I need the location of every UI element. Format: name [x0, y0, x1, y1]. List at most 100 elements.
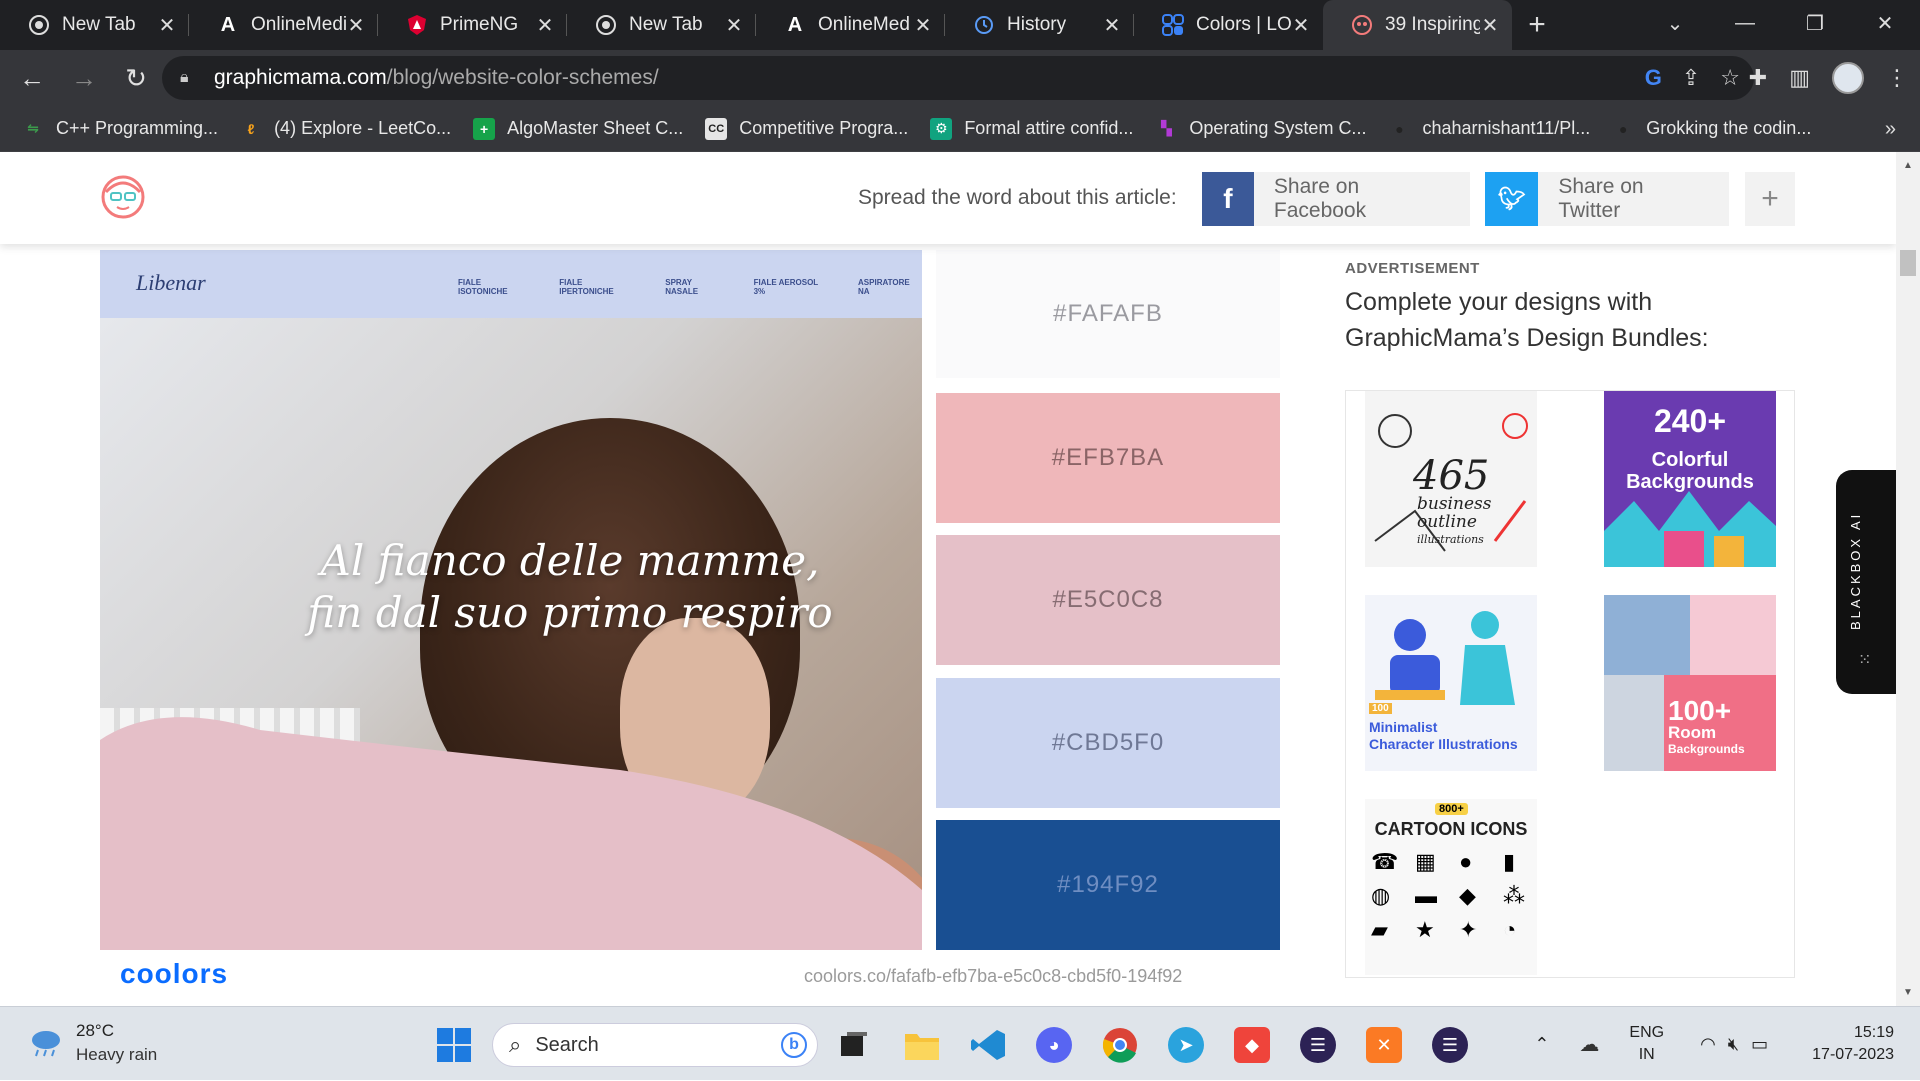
onedrive-icon[interactable]: ☁: [1579, 1032, 1599, 1057]
grapes-icon: ⁂: [1503, 883, 1525, 908]
blackbox-ai-widget[interactable]: BLACKBOX AI ⁙: [1836, 470, 1896, 694]
ad-thumb-business-illustrations[interactable]: 465 business outline illustrations: [1365, 391, 1537, 567]
share-icon[interactable]: ⇪: [1682, 65, 1700, 91]
bookmarks-more-icon[interactable]: »: [1885, 118, 1896, 141]
reload-icon[interactable]: ↻: [116, 58, 156, 98]
bookmark-item[interactable]: ℓ (4) Explore - LeetCo...: [240, 118, 452, 140]
ad-thumb-minimalist-characters[interactable]: 100 Minimalist Character Illustrations: [1365, 595, 1537, 771]
tab-7-active[interactable]: 39 Inspiring ✕: [1323, 0, 1512, 50]
palette-swatch[interactable]: #CBD5F0: [936, 678, 1280, 808]
plus-icon: +: [473, 117, 496, 140]
eclipse-icon[interactable]: ☰: [1432, 1027, 1468, 1063]
tab-5[interactable]: History ✕: [945, 0, 1134, 50]
tab-3[interactable]: New Tab ✕: [567, 0, 756, 50]
tab-title: New Tab: [629, 14, 703, 35]
bookmark-item[interactable]: + AlgoMaster Sheet C...: [473, 117, 683, 140]
search-icon: ⌕: [509, 1032, 522, 1057]
anydesk-icon[interactable]: ◆: [1234, 1027, 1270, 1063]
eclipse-icon[interactable]: ☰: [1300, 1027, 1336, 1063]
tab-0[interactable]: New Tab ✕: [0, 0, 189, 50]
close-icon[interactable]: ✕: [1480, 13, 1500, 38]
weather-widget[interactable]: 28°C Heavy rain: [28, 1021, 157, 1065]
xampp-icon[interactable]: ✕: [1366, 1027, 1402, 1063]
windows-start-icon[interactable]: [436, 1027, 472, 1063]
clock[interactable]: 15:19 17-07-2023: [1812, 1022, 1894, 1066]
url-text[interactable]: graphicmama.com/blog/website-color-schem…: [214, 66, 659, 90]
graphicmama-logo-icon[interactable]: [98, 172, 148, 222]
volume-muted-icon[interactable]: 🔇︎: [1728, 1034, 1739, 1055]
palette-swatch[interactable]: #194F92: [936, 820, 1280, 950]
telegram-icon[interactable]: ➤: [1168, 1027, 1204, 1063]
traffic-light-icon: ▮: [1503, 849, 1516, 874]
bookmark-item[interactable]: ⇋ C++ Programming...: [22, 118, 218, 140]
tab-1[interactable]: A OnlineMedi ✕: [189, 0, 378, 50]
restore-icon[interactable]: ❐: [1780, 0, 1850, 46]
coolors-link[interactable]: coolors.co/fafafb-efb7ba-e5c0c8-cbd5f0-1…: [804, 966, 1182, 987]
share-facebook-button[interactable]: f Share on Facebook: [1202, 172, 1470, 226]
history-icon: [973, 14, 995, 36]
chevron-up-icon[interactable]: ⌃: [1534, 1034, 1549, 1055]
address-bar[interactable]: 🔒︎ graphicmama.com/blog/website-color-sc…: [162, 56, 1754, 100]
vscode-icon[interactable]: [970, 1027, 1006, 1063]
close-icon[interactable]: ✕: [913, 13, 933, 38]
discord-icon[interactable]: ◕: [1036, 1027, 1072, 1063]
palette-swatch[interactable]: #FAFAFB: [936, 250, 1280, 378]
ad-thumb-room-backgrounds[interactable]: 100+ Room Backgrounds: [1604, 595, 1776, 771]
forward-icon[interactable]: →: [64, 58, 104, 98]
bookmark-item[interactable]: ● chaharnishant11/Pl...: [1388, 117, 1590, 140]
chrome-taskbar-icon[interactable]: [1102, 1027, 1138, 1063]
close-window-icon[interactable]: ✕: [1850, 0, 1920, 46]
palette-swatch[interactable]: #EFB7BA: [936, 393, 1280, 523]
palette-swatch[interactable]: #E5C0C8: [936, 535, 1280, 665]
scroll-down-icon[interactable]: ▼: [1903, 987, 1913, 998]
close-icon[interactable]: ✕: [157, 13, 177, 38]
new-tab-button[interactable]: +: [1512, 0, 1562, 50]
bing-icon[interactable]: b: [781, 1032, 807, 1058]
tab-search-icon[interactable]: ⌄: [1640, 0, 1710, 46]
page-scrollbar[interactable]: ▲ ▼: [1896, 152, 1920, 1006]
file-explorer-icon[interactable]: [904, 1027, 940, 1063]
tab-4[interactable]: A OnlineMed ✕: [756, 0, 945, 50]
ad-thumb-colorful-backgrounds[interactable]: 240+ Colorful Backgrounds: [1604, 391, 1776, 567]
bookmark-item[interactable]: CC Competitive Progra...: [705, 117, 908, 140]
tab-2[interactable]: PrimeNG ✕: [378, 0, 567, 50]
tab-title: Colors | LO: [1196, 14, 1291, 35]
bookmark-item[interactable]: ▚ Operating System C...: [1155, 118, 1366, 140]
phone-icon: ☎: [1371, 849, 1399, 874]
bookmark-item[interactable]: ⚙ Formal attire confid...: [930, 117, 1133, 140]
a-logo-icon: A: [787, 13, 803, 36]
scroll-up-icon[interactable]: ▲: [1903, 160, 1913, 171]
window-controls: ⌄ — ❐ ✕: [1640, 0, 1920, 46]
close-icon[interactable]: ✕: [346, 13, 366, 38]
share-twitter-button[interactable]: 🐦︎ Share on Twitter: [1485, 172, 1729, 226]
tab-title: PrimeNG: [440, 14, 519, 35]
avatar[interactable]: [1832, 62, 1864, 94]
system-tray: ⌃ ☁ ENG IN ◠ 🔇︎ ▭ 15:19 17-07-2023: [1534, 1007, 1920, 1081]
blackbox-label: BLACKBOX AI: [1848, 511, 1863, 630]
side-panel-icon[interactable]: ▥: [1789, 65, 1810, 91]
google-icon[interactable]: G: [1645, 65, 1662, 91]
bookmark-star-icon[interactable]: ☆: [1720, 65, 1740, 91]
bookmark-item[interactable]: ● Grokking the codin...: [1612, 117, 1811, 140]
coolors-logo[interactable]: coolors: [120, 958, 228, 990]
tab-6[interactable]: Colors | LO ✕: [1134, 0, 1323, 50]
browser-toolbar: ← → ↻ 🔒︎ graphicmama.com/blog/website-co…: [0, 50, 1920, 106]
minimize-icon[interactable]: —: [1710, 0, 1780, 46]
close-icon[interactable]: ✕: [724, 13, 744, 38]
task-view-icon[interactable]: [836, 1027, 872, 1063]
close-icon[interactable]: ✕: [1102, 13, 1122, 38]
share-more-button[interactable]: +: [1745, 172, 1795, 226]
back-icon[interactable]: ←: [12, 58, 52, 98]
lock-icon: 🔒︎: [180, 69, 189, 86]
battery-icon[interactable]: ▭: [1751, 1034, 1768, 1055]
extensions-icon[interactable]: ✚: [1749, 65, 1767, 91]
wifi-icon[interactable]: ◠: [1700, 1034, 1716, 1055]
ad-thumb-cartoon-icons[interactable]: 800+ CARTOON ICONS ☎ ▦ ● ▮ ◍ ▬ ◆ ⁂ ▰ ★ ✦ ◔: [1365, 799, 1537, 975]
website-preview-image: Libenar FIALE ISOTONICHE FIALE IPERTONIC…: [100, 250, 922, 950]
taskbar-search-input[interactable]: ⌕ Search b: [492, 1023, 818, 1067]
menu-icon[interactable]: ⋮: [1886, 65, 1908, 91]
close-icon[interactable]: ✕: [535, 13, 555, 38]
language-indicator[interactable]: ENG IN: [1629, 1022, 1664, 1066]
close-icon[interactable]: ✕: [1291, 13, 1311, 38]
scroll-thumb[interactable]: [1900, 250, 1916, 276]
